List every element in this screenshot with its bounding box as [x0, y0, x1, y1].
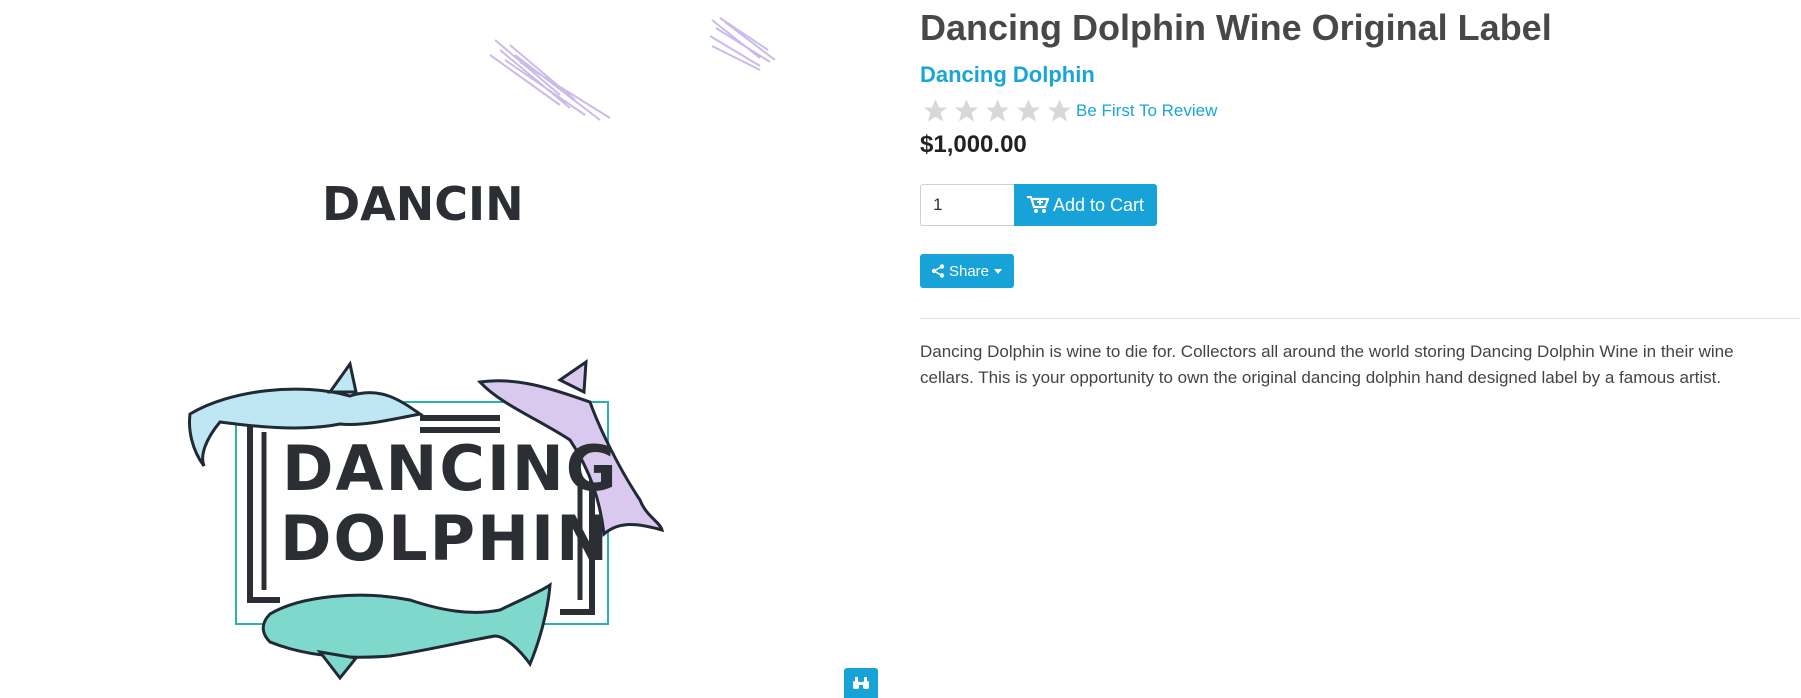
divider	[920, 318, 1800, 319]
quantity-input[interactable]	[920, 184, 1014, 226]
product-image[interactable]: DANCIN DANCING DOLPHIN	[0, 0, 780, 694]
product-description: Dancing Dolphin is wine to die for. Coll…	[920, 342, 1734, 387]
review-link[interactable]: Be First To Review	[1076, 101, 1217, 121]
share-button[interactable]: Share	[920, 254, 1014, 288]
binoculars-icon	[853, 677, 869, 689]
add-to-cart-button[interactable]: Add to Cart	[1014, 184, 1157, 226]
share-icon	[931, 264, 945, 278]
brand-link[interactable]: Dancing Dolphin	[920, 62, 1800, 88]
product-price: $1,000.00	[920, 131, 1027, 158]
label-logo-line2: DOLPHIN	[280, 502, 610, 575]
rating-stars[interactable]	[920, 97, 1075, 125]
add-to-cart-label: Add to Cart	[1052, 194, 1145, 215]
product-title: Dancing Dolphin Wine Original Label	[920, 7, 1552, 48]
star-icon[interactable]	[1013, 97, 1044, 125]
star-icon[interactable]	[1044, 97, 1075, 125]
product-info: Dancing Dolphin Wine Original Label Danc…	[920, 0, 1800, 408]
label-illustration: DANCIN DANCING DOLPHIN	[188, 17, 776, 681]
cart-plus-icon	[1026, 196, 1049, 213]
label-logo-line1: DANCING	[282, 432, 619, 505]
label-top-text: DANCIN	[322, 177, 524, 231]
star-icon[interactable]	[920, 97, 951, 125]
star-icon[interactable]	[951, 97, 982, 125]
caret-down-icon	[994, 269, 1003, 274]
star-icon[interactable]	[982, 97, 1013, 125]
share-label: Share	[948, 262, 990, 280]
rating: Be First To Review	[920, 96, 1800, 126]
add-to-cart-form: Add to Cart	[920, 184, 1800, 226]
